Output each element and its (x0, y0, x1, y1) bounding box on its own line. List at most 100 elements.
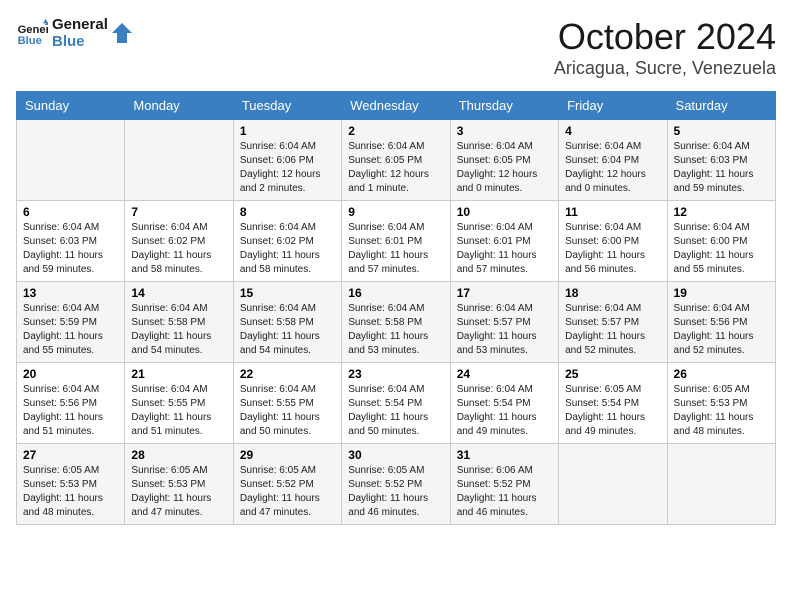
day-number: 10 (457, 205, 552, 219)
calendar-cell: 10 Sunrise: 6:04 AM Sunset: 6:01 PM Dayli… (450, 201, 558, 282)
day-info: Sunrise: 6:04 AM Sunset: 5:55 PM Dayligh… (240, 383, 335, 439)
day-number: 12 (674, 205, 769, 219)
day-number: 31 (457, 448, 552, 462)
day-info: Sunrise: 6:04 AM Sunset: 5:54 PM Dayligh… (457, 383, 552, 439)
day-info: Sunrise: 6:04 AM Sunset: 6:02 PM Dayligh… (131, 221, 226, 277)
day-info: Sunrise: 6:04 AM Sunset: 6:05 PM Dayligh… (348, 140, 443, 196)
day-number: 4 (565, 124, 660, 138)
day-number: 19 (674, 286, 769, 300)
day-info: Sunrise: 6:05 AM Sunset: 5:53 PM Dayligh… (674, 383, 769, 439)
svg-text:Blue: Blue (18, 35, 42, 47)
calendar-week-4: 20 Sunrise: 6:04 AM Sunset: 5:56 PM Dayli… (17, 363, 776, 444)
day-number: 23 (348, 367, 443, 381)
day-number: 9 (348, 205, 443, 219)
day-number: 21 (131, 367, 226, 381)
day-number: 20 (23, 367, 118, 381)
calendar-cell: 2 Sunrise: 6:04 AM Sunset: 6:05 PM Daylig… (342, 120, 450, 201)
calendar-week-1: 1 Sunrise: 6:04 AM Sunset: 6:06 PM Daylig… (17, 120, 776, 201)
day-info: Sunrise: 6:05 AM Sunset: 5:53 PM Dayligh… (23, 464, 118, 520)
day-number: 29 (240, 448, 335, 462)
logo-arrow-icon (112, 23, 132, 43)
day-info: Sunrise: 6:04 AM Sunset: 6:00 PM Dayligh… (565, 221, 660, 277)
day-number: 25 (565, 367, 660, 381)
weekday-header-thursday: Thursday (450, 92, 558, 120)
day-info: Sunrise: 6:04 AM Sunset: 5:57 PM Dayligh… (565, 302, 660, 358)
day-info: Sunrise: 6:04 AM Sunset: 6:03 PM Dayligh… (23, 221, 118, 277)
day-number: 13 (23, 286, 118, 300)
day-number: 27 (23, 448, 118, 462)
location-title: Aricagua, Sucre, Venezuela (554, 58, 776, 79)
day-info: Sunrise: 6:04 AM Sunset: 5:58 PM Dayligh… (131, 302, 226, 358)
calendar-week-5: 27 Sunrise: 6:05 AM Sunset: 5:53 PM Dayli… (17, 444, 776, 525)
weekday-header-friday: Friday (559, 92, 667, 120)
day-number: 26 (674, 367, 769, 381)
logo: General Blue General Blue (16, 16, 132, 50)
calendar-cell: 14 Sunrise: 6:04 AM Sunset: 5:58 PM Dayli… (125, 282, 233, 363)
calendar-body: 1 Sunrise: 6:04 AM Sunset: 6:06 PM Daylig… (17, 120, 776, 525)
calendar-cell: 21 Sunrise: 6:04 AM Sunset: 5:55 PM Dayli… (125, 363, 233, 444)
calendar-cell: 3Sunrise: 6:04 AM Sunset: 6:05 PM Daylig… (450, 120, 558, 201)
day-info: Sunrise: 6:04 AM Sunset: 6:06 PM Dayligh… (240, 140, 335, 196)
calendar-cell: 12 Sunrise: 6:04 AM Sunset: 6:00 PM Dayli… (667, 201, 775, 282)
calendar-cell: 15 Sunrise: 6:04 AM Sunset: 5:58 PM Dayli… (233, 282, 341, 363)
day-info: Sunrise: 6:05 AM Sunset: 5:52 PM Dayligh… (240, 464, 335, 520)
day-number: 1 (240, 124, 335, 138)
calendar-cell: 25 Sunrise: 6:05 AM Sunset: 5:54 PM Dayli… (559, 363, 667, 444)
day-info: Sunrise: 6:04 AM Sunset: 5:57 PM Dayligh… (457, 302, 552, 358)
day-number: 8 (240, 205, 335, 219)
day-number: 28 (131, 448, 226, 462)
calendar-cell: 19 Sunrise: 6:04 AM Sunset: 5:56 PM Dayli… (667, 282, 775, 363)
day-number: 7 (131, 205, 226, 219)
calendar-cell: 23 Sunrise: 6:04 AM Sunset: 5:54 PM Dayli… (342, 363, 450, 444)
weekday-header-sunday: Sunday (17, 92, 125, 120)
day-number: 18 (565, 286, 660, 300)
day-number: 5 (674, 124, 769, 138)
day-info: Sunrise: 6:04 AM Sunset: 5:55 PM Dayligh… (131, 383, 226, 439)
day-info: Sunrise: 6:04 AM Sunset: 6:05 PM Dayligh… (457, 140, 552, 196)
calendar-cell (125, 120, 233, 201)
calendar-cell: 6 Sunrise: 6:04 AM Sunset: 6:03 PM Daylig… (17, 201, 125, 282)
day-info: Sunrise: 6:04 AM Sunset: 5:56 PM Dayligh… (674, 302, 769, 358)
calendar-cell: 17 Sunrise: 6:04 AM Sunset: 5:57 PM Dayli… (450, 282, 558, 363)
day-number: 30 (348, 448, 443, 462)
day-number: 6 (23, 205, 118, 219)
month-title: October 2024 (554, 16, 776, 58)
calendar-cell (559, 444, 667, 525)
day-info: Sunrise: 6:04 AM Sunset: 5:54 PM Dayligh… (348, 383, 443, 439)
day-number: 14 (131, 286, 226, 300)
day-number: 11 (565, 205, 660, 219)
calendar-cell: 28 Sunrise: 6:05 AM Sunset: 5:53 PM Dayli… (125, 444, 233, 525)
day-info: Sunrise: 6:04 AM Sunset: 6:04 PM Dayligh… (565, 140, 660, 196)
weekday-header-wednesday: Wednesday (342, 92, 450, 120)
day-number: 22 (240, 367, 335, 381)
calendar-header: SundayMondayTuesdayWednesdayThursdayFrid… (17, 92, 776, 120)
calendar-cell: 16Sunrise: 6:04 AM Sunset: 5:58 PM Dayli… (342, 282, 450, 363)
calendar-cell: 29 Sunrise: 6:05 AM Sunset: 5:52 PM Dayli… (233, 444, 341, 525)
calendar-week-3: 13Sunrise: 6:04 AM Sunset: 5:59 PM Dayli… (17, 282, 776, 363)
weekday-header-saturday: Saturday (667, 92, 775, 120)
day-info: Sunrise: 6:05 AM Sunset: 5:54 PM Dayligh… (565, 383, 660, 439)
day-info: Sunrise: 6:04 AM Sunset: 6:00 PM Dayligh… (674, 221, 769, 277)
day-info: Sunrise: 6:04 AM Sunset: 6:01 PM Dayligh… (457, 221, 552, 277)
calendar-cell: 5Sunrise: 6:04 AM Sunset: 6:03 PM Daylig… (667, 120, 775, 201)
calendar-cell: 8Sunrise: 6:04 AM Sunset: 6:02 PM Daylig… (233, 201, 341, 282)
page-header: General Blue General Blue October 2024 A… (16, 16, 776, 79)
day-info: Sunrise: 6:05 AM Sunset: 5:53 PM Dayligh… (131, 464, 226, 520)
calendar-cell (667, 444, 775, 525)
calendar-cell (17, 120, 125, 201)
weekday-header-tuesday: Tuesday (233, 92, 341, 120)
calendar-cell: 7 Sunrise: 6:04 AM Sunset: 6:02 PM Daylig… (125, 201, 233, 282)
calendar-cell: 27 Sunrise: 6:05 AM Sunset: 5:53 PM Dayli… (17, 444, 125, 525)
day-number: 15 (240, 286, 335, 300)
calendar-cell: 9 Sunrise: 6:04 AM Sunset: 6:01 PM Daylig… (342, 201, 450, 282)
day-info: Sunrise: 6:04 AM Sunset: 6:01 PM Dayligh… (348, 221, 443, 277)
logo-icon: General Blue (16, 17, 48, 49)
day-info: Sunrise: 6:04 AM Sunset: 5:56 PM Dayligh… (23, 383, 118, 439)
logo-general: General (52, 16, 108, 33)
calendar-cell: 31Sunrise: 6:06 AM Sunset: 5:52 PM Dayli… (450, 444, 558, 525)
day-number: 17 (457, 286, 552, 300)
calendar-cell: 11 Sunrise: 6:04 AM Sunset: 6:00 PM Dayli… (559, 201, 667, 282)
calendar-cell: 20 Sunrise: 6:04 AM Sunset: 5:56 PM Dayli… (17, 363, 125, 444)
day-info: Sunrise: 6:04 AM Sunset: 5:58 PM Dayligh… (240, 302, 335, 358)
day-number: 2 (348, 124, 443, 138)
